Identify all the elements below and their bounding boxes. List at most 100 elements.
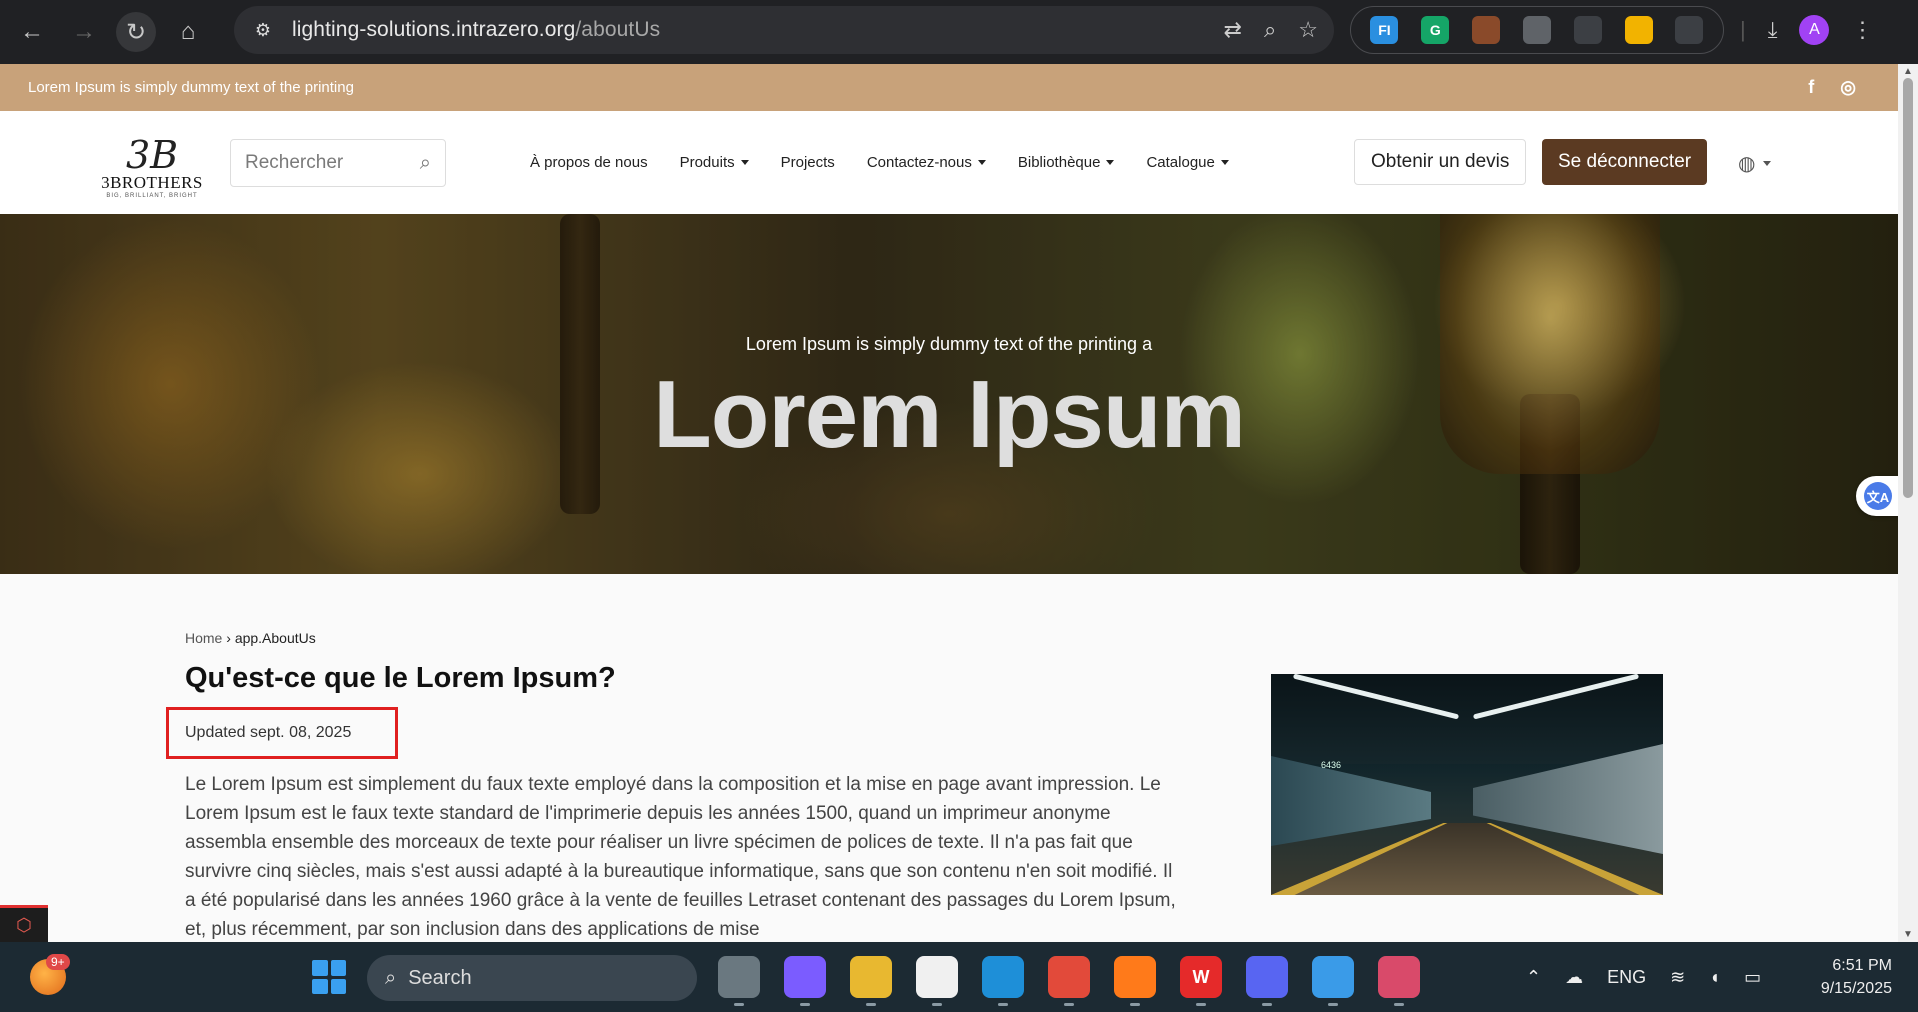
forward-icon[interactable]: → — [64, 12, 104, 52]
nav-item[interactable]: Produits — [680, 154, 749, 171]
site-header: 3B 3BROTHERS BIG, BRILLIANT, BRIGHT ⌕ À … — [0, 111, 1898, 214]
nav-item-label: Bibliothèque — [1017, 154, 1101, 171]
announcement-text: Lorem Ipsum is simply dummy text of the … — [28, 79, 354, 96]
app-label: W — [1192, 966, 1210, 987]
grammarly-icon[interactable]: G — [1421, 16, 1450, 44]
chrome-icon[interactable] — [1048, 956, 1090, 1006]
scrollbar-thumb[interactable] — [1903, 78, 1913, 498]
hero-title: Lorem Ipsum — [653, 361, 1246, 468]
page-scrollbar[interactable]: ▲ ▼ — [1898, 64, 1918, 942]
system-tray: ⌃ ☁ ENG ≋ ◖ ▭ — [1526, 942, 1761, 1012]
running-indicator — [932, 1003, 942, 1006]
nav-item-label: Contactez-nous — [866, 154, 972, 171]
discord-icon[interactable] — [1246, 956, 1288, 1006]
chevron-down-icon — [1106, 160, 1115, 165]
browser-toolbar: ← → ↻ ⌂ ⚙ lighting-solutions.intrazero.o… — [0, 0, 1918, 64]
copilot-icon[interactable] — [784, 956, 826, 1006]
get-quote-button[interactable]: Obtenir un devis — [1354, 139, 1527, 185]
windows-start-icon[interactable] — [312, 960, 346, 994]
glasses-icon[interactable] — [1573, 16, 1602, 44]
globe-icon: ◍ — [1738, 153, 1756, 175]
nav-item-label: Catalogue — [1146, 154, 1215, 171]
address-bar[interactable]: ⚙ lighting-solutions.intrazero.org/about… — [234, 6, 1334, 54]
photos-icon[interactable] — [1312, 956, 1354, 1006]
search-icon[interactable]: ⌕ — [420, 152, 431, 175]
pinned-apps: W — [718, 956, 1420, 1006]
nav-item[interactable]: Contactez-nous — [867, 154, 986, 171]
onedrive-icon[interactable]: ☁ — [1565, 967, 1583, 988]
taskbar-search[interactable]: ⌕ Search — [367, 955, 697, 1001]
running-indicator — [866, 1003, 876, 1006]
article-title: Qu'est-ce que le Lorem Ipsum? — [185, 662, 616, 694]
train-number: 6436 — [1321, 760, 1342, 770]
site-logo[interactable]: 3B 3BROTHERS BIG, BRILLIANT, BRIGHT — [96, 127, 208, 199]
fi-extension-icon[interactable]: FI — [1370, 16, 1399, 44]
running-indicator — [1196, 1003, 1206, 1006]
site-info-icon[interactable]: ⚙ — [248, 15, 278, 45]
bookmark-star-icon[interactable]: ☆ — [1298, 17, 1318, 43]
hero-subtitle: Lorem Ipsum is simply dummy text of the … — [745, 334, 1153, 354]
search-input[interactable] — [245, 152, 395, 174]
running-indicator — [1394, 1003, 1404, 1006]
search-icon: ⌕ — [385, 966, 397, 989]
updated-date: Updated sept. 08, 2025 — [185, 724, 352, 741]
edge-icon[interactable] — [982, 956, 1024, 1006]
scroll-down-icon[interactable]: ▼ — [1903, 929, 1913, 940]
zoom-icon[interactable]: ⌕ — [1264, 17, 1276, 43]
instagram-icon[interactable]: ◎ — [1840, 77, 1856, 98]
hero-banner: Lorem Ipsum is simply dummy text of the … — [0, 214, 1898, 574]
breadcrumb-home[interactable]: Home — [185, 630, 222, 646]
translate-page-icon[interactable]: ⇄ — [1224, 17, 1242, 43]
back-icon[interactable]: ← — [12, 12, 52, 52]
logo-tagline: BIG, BRILLIANT, BRIGHT — [106, 193, 198, 199]
logo-brand: 3BROTHERS — [101, 173, 203, 192]
snipping-tool-icon[interactable] — [1378, 956, 1420, 1006]
firefox-icon[interactable] — [1114, 956, 1156, 1006]
announcement-bar: Lorem Ipsum is simply dummy text of the … — [0, 64, 1898, 111]
nav-item[interactable]: Bibliothèque — [1018, 154, 1115, 171]
face-extension-icon[interactable] — [1624, 16, 1653, 44]
facebook-icon[interactable]: f — [1808, 77, 1814, 98]
chevron-up-icon[interactable]: ⌃ — [1526, 967, 1541, 988]
volume-icon[interactable]: ◖ — [1709, 967, 1720, 988]
profile-avatar[interactable]: A — [1799, 15, 1830, 45]
running-indicator — [1262, 1003, 1272, 1006]
language-indicator[interactable]: ENG — [1607, 967, 1646, 988]
logo-mark: 3B — [125, 133, 179, 177]
task-view-icon[interactable] — [718, 956, 760, 1006]
nav-item[interactable]: À propos de nous — [530, 154, 648, 171]
nav-item-label: Produits — [679, 154, 735, 171]
nav-item-label: À propos de nous — [530, 154, 648, 171]
translate-widget-button[interactable]: 文A — [1856, 476, 1898, 516]
nav-item[interactable]: Catalogue — [1146, 154, 1229, 171]
web-page: Lorem Ipsum is simply dummy text of the … — [0, 64, 1898, 942]
language-selector[interactable]: ◍ — [1738, 151, 1772, 176]
translate-icon: 文A — [1864, 482, 1892, 510]
running-indicator — [1064, 1003, 1074, 1006]
coconut-extension-icon[interactable] — [1472, 16, 1501, 44]
camera-icon[interactable] — [1522, 16, 1551, 44]
puzzle-icon[interactable] — [1675, 16, 1704, 44]
clock[interactable]: 6:51 PM 9/15/2025 — [1806, 954, 1892, 1000]
home-icon[interactable]: ⌂ — [168, 12, 208, 52]
nav-item[interactable]: Projects — [781, 154, 835, 171]
running-indicator — [1130, 1003, 1140, 1006]
file-explorer-icon[interactable] — [850, 956, 892, 1006]
download-icon[interactable]: ⤓ — [1768, 17, 1778, 43]
chevron-down-icon — [1220, 160, 1229, 165]
article-body: Le Lorem Ipsum est simplement du faux te… — [185, 774, 1176, 940]
more-options-icon[interactable]: ⋮ — [1851, 17, 1873, 43]
logout-button[interactable]: Se déconnecter — [1542, 139, 1708, 185]
url-text[interactable]: lighting-solutions.intrazero.org/aboutUs — [292, 18, 660, 42]
wifi-icon[interactable]: ≋ — [1670, 967, 1685, 988]
laravel-debug-icon[interactable]: ⬡ — [0, 905, 48, 942]
scroll-up-icon[interactable]: ▲ — [1903, 66, 1913, 77]
article-image: 6436 — [1271, 674, 1663, 895]
reload-icon[interactable]: ↻ — [116, 12, 156, 52]
site-search: ⌕ — [230, 139, 446, 187]
battery-icon[interactable]: ▭ — [1744, 967, 1761, 988]
running-indicator — [734, 1003, 744, 1006]
wps-office-icon[interactable]: W — [1180, 956, 1222, 1006]
breadcrumb: Home › app.AboutUs — [185, 630, 316, 646]
microsoft-store-icon[interactable] — [916, 956, 958, 1006]
